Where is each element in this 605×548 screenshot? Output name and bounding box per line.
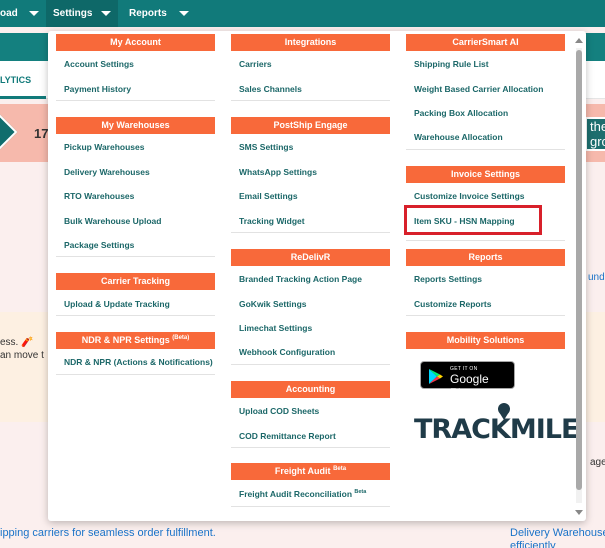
menu-item-shipping-rule-list[interactable]: Shipping Rule List — [414, 59, 489, 69]
section-header-accounting: Accounting — [231, 381, 390, 398]
menu-item-branded-tracking-action-page[interactable]: Branded Tracking Action Page — [239, 274, 362, 284]
menu-item-account-settings[interactable]: Account Settings — [64, 59, 134, 69]
beta-tag: (Beta) — [172, 335, 190, 341]
menu-item-packing-box-allocation[interactable]: Packing Box Allocation — [414, 108, 508, 118]
section-header-title: Freight Audit — [274, 466, 331, 476]
menu-item-weight-based-carrier-allocation[interactable]: Weight Based Carrier Allocation — [414, 84, 543, 94]
menu-item-bulk-warehouse-upload[interactable]: Bulk Warehouse Upload — [64, 216, 161, 226]
divider — [231, 364, 390, 365]
menu-item-freight-audit-reconciliation[interactable]: Freight Audit Reconciliation Beta — [239, 489, 366, 499]
divider — [406, 149, 565, 150]
side-link[interactable]: und — [588, 272, 605, 283]
beta-tag: Beta — [333, 466, 347, 472]
trackmile-logo[interactable]: TRACKMILE — [414, 402, 579, 450]
divider — [406, 315, 565, 316]
chevron-down-icon[interactable] — [101, 11, 111, 16]
section-header-ndr-npr-settings: NDR & NPR Settings (Beta) — [56, 332, 215, 349]
divider — [231, 447, 390, 448]
highlight-box — [404, 205, 542, 235]
section-header-carriersmart-ai: CarrierSmart AI — [406, 34, 565, 51]
divider — [56, 374, 215, 375]
menu-item-pickup-warehouses[interactable]: Pickup Warehouses — [64, 142, 144, 152]
footer-link-efficiently[interactable]: efficiently — [510, 540, 556, 548]
menu-item-warehouse-allocation[interactable]: Warehouse Allocation — [414, 132, 503, 142]
tab-underline — [0, 96, 46, 99]
menu-item-whatsapp-settings[interactable]: WhatsApp Settings — [239, 167, 317, 177]
arrow-icon[interactable] — [0, 113, 18, 151]
scroll-down-icon[interactable] — [575, 510, 583, 515]
section-header-title: NDR & NPR Settings — [81, 335, 170, 345]
section-header-mobility-solutions: Mobility Solutions — [406, 332, 565, 349]
menu-item-webhook-configuration[interactable]: Webhook Configuration — [239, 347, 335, 357]
menu-item-reports-settings[interactable]: Reports Settings — [414, 274, 482, 284]
divider — [406, 240, 565, 241]
google-play-big-text: Google Play — [450, 372, 489, 400]
google-play-badge[interactable]: GET IT ON Google Play — [420, 361, 515, 400]
menu-item-sms-settings[interactable]: SMS Settings — [239, 142, 293, 152]
menu-item-upload-cod-sheets[interactable]: Upload COD Sheets — [239, 406, 319, 416]
banner-number: 17 — [34, 126, 49, 141]
nav-item-reports[interactable]: Reports — [129, 8, 167, 19]
section-header-postship-engage: PostShip Engage — [231, 117, 390, 134]
section-header-integrations: Integrations — [231, 34, 390, 51]
section-header-invoice-settings: Invoice Settings — [406, 166, 565, 183]
divider — [56, 256, 215, 257]
banner-pill[interactable]: the gro — [585, 117, 605, 151]
scroll-up-icon[interactable] — [575, 38, 583, 43]
section-header-redelivr: ReDelivR — [231, 249, 390, 266]
menu-item-email-settings[interactable]: Email Settings — [239, 191, 298, 201]
menu-item-tracking-widget[interactable]: Tracking Widget — [239, 216, 305, 226]
right-text: age — [590, 457, 605, 468]
divider — [231, 506, 390, 507]
section-header-my-warehouses: My Warehouses — [56, 117, 215, 134]
chevron-down-icon[interactable] — [29, 11, 39, 16]
google-play-icon — [429, 369, 443, 384]
footer-description: ipping carriers for seamless order fulfi… — [0, 527, 216, 539]
section-header-my-account: My Account — [56, 34, 215, 51]
scroll-thumb[interactable] — [576, 50, 582, 490]
dropdown-scrollbar[interactable] — [573, 38, 585, 520]
menu-item-payment-history[interactable]: Payment History — [64, 84, 131, 94]
menu-item-limechat-settings[interactable]: Limechat Settings — [239, 323, 312, 333]
divider — [56, 100, 215, 101]
menu-item-customize-reports[interactable]: Customize Reports — [414, 299, 491, 309]
nav-item-settings[interactable]: Settings — [53, 8, 92, 19]
menu-item-gokwik-settings[interactable]: GoKwik Settings — [239, 299, 307, 309]
menu-item-delivery-warehouses[interactable]: Delivery Warehouses — [64, 167, 150, 177]
chevron-down-icon[interactable] — [179, 11, 189, 16]
section-header-reports: Reports — [406, 249, 565, 266]
nav-item-upload[interactable]: oad — [0, 8, 18, 19]
menu-item-ndr-npr-actions[interactable]: NDR & NPR (Actions & Notifications) — [64, 357, 213, 367]
notice-line-2: an move t — [0, 350, 44, 361]
menu-item-rto-warehouses[interactable]: RTO Warehouses — [64, 191, 134, 201]
top-nav-bar: oad Settings Reports — [0, 0, 605, 27]
section-header-carrier-tracking: Carrier Tracking — [56, 273, 215, 290]
divider — [231, 232, 390, 233]
menu-item-carriers[interactable]: Carriers — [239, 59, 272, 69]
trackmile-wordmark: TRACKMILE — [414, 414, 579, 445]
divider — [231, 100, 390, 101]
menu-item-label: Freight Audit Reconciliation — [239, 489, 353, 499]
menu-item-package-settings[interactable]: Package Settings — [64, 240, 134, 250]
menu-item-customize-invoice-settings[interactable]: Customize Invoice Settings — [414, 191, 525, 201]
menu-item-cod-remittance-report[interactable]: COD Remittance Report — [239, 431, 336, 441]
section-header-freight-audit: Freight Audit Beta — [231, 463, 390, 480]
tab-analytics[interactable]: LYTICS — [0, 75, 31, 85]
menu-item-sales-channels[interactable]: Sales Channels — [239, 84, 302, 94]
divider — [56, 315, 215, 316]
notice-line-1: ess. 🧨 — [0, 337, 34, 348]
menu-item-upload-update-tracking[interactable]: Upload & Update Tracking — [64, 299, 170, 309]
beta-tag: Beta — [354, 489, 367, 496]
footer-link-delivery[interactable]: Delivery Warehouse — [510, 527, 605, 539]
